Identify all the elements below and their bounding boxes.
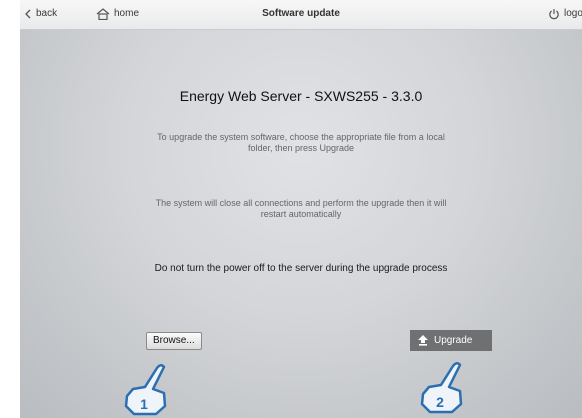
logout-label: logo	[564, 8, 582, 19]
notice-text: The system will close all connections an…	[155, 198, 447, 219]
callout-2: 2	[420, 362, 463, 414]
instruction-text: To upgrade the system software, choose t…	[157, 132, 445, 153]
upgrade-button[interactable]: Upgrade	[410, 330, 492, 351]
warning-text: Do not turn the power off to the server …	[154, 263, 448, 274]
power-icon	[549, 9, 559, 20]
app-frame: back home Software update logo Energy We…	[20, 0, 582, 418]
upgrade-label: Upgrade	[434, 335, 473, 346]
callout-1: 1	[124, 364, 167, 416]
main-panel: Energy Web Server - SXWS255 - 3.3.0 To u…	[20, 30, 582, 418]
callout-number: 2	[436, 394, 444, 410]
top-bar: back home Software update logo	[20, 0, 582, 30]
logout-button[interactable]: logo	[548, 8, 582, 20]
product-title: Energy Web Server - SXWS255 - 3.3.0	[179, 88, 423, 104]
upload-icon	[418, 335, 428, 346]
page-title: Software update	[262, 8, 340, 19]
browse-button[interactable]: Browse...	[146, 332, 202, 350]
callout-number: 1	[140, 396, 148, 412]
